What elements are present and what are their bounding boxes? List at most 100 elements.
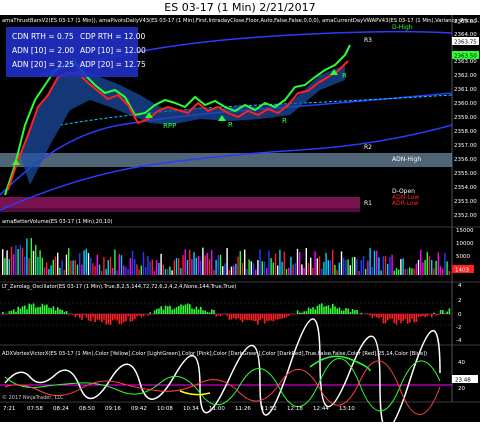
oscillator-bar: [345, 308, 347, 314]
signal-marker: R: [282, 117, 287, 125]
volume-bar: [295, 263, 296, 275]
volume-bar: [2, 249, 3, 275]
volume-bar: [42, 258, 43, 275]
oscillator-bar: [218, 314, 220, 315]
volume-bar: [246, 269, 247, 275]
volume-bar: [314, 251, 315, 275]
volume-bar: [244, 250, 245, 275]
oscillator-bar: [185, 304, 187, 314]
volume-bar: [169, 267, 170, 275]
oscillator-bar: [2, 312, 4, 314]
oscillator-bar: [431, 314, 433, 317]
volume-bar: [26, 238, 27, 275]
oscillator-bar: [141, 314, 143, 318]
volume-bar: [427, 252, 428, 275]
volume-bar: [240, 251, 241, 275]
price-tick: 2356.00: [454, 157, 477, 163]
signal-marker: R: [342, 72, 347, 80]
volume-bar: [416, 264, 417, 275]
oscillator-bar: [429, 314, 431, 315]
oscillator-bar: [72, 314, 74, 315]
oscillator-bar: [420, 314, 422, 317]
volume-bar: [61, 260, 62, 275]
oscillator-bar: [400, 314, 402, 323]
oscillator-tick: 4: [458, 283, 462, 289]
volume-bar: [442, 269, 443, 275]
oscillator-bar: [279, 314, 281, 319]
volume-bar: [446, 261, 447, 275]
oscillator-bar: [20, 308, 22, 314]
volume-bar: [112, 268, 113, 275]
time-tick: 11:26: [235, 406, 251, 412]
volume-bar: [132, 251, 133, 275]
volume-bar: [352, 257, 353, 275]
signal-marker: RPP: [163, 122, 176, 130]
oscillator-bar: [389, 314, 391, 319]
oscillator-bar: [86, 314, 88, 318]
volume-bar: [270, 258, 271, 275]
volume-bar: [253, 263, 254, 275]
oscillator-bar: [138, 314, 140, 315]
volume-bar: [222, 266, 223, 275]
volume-bar: [97, 255, 98, 275]
volume-bar: [424, 260, 425, 275]
volume-bar: [20, 245, 21, 275]
oscillator-bar: [171, 310, 173, 314]
volume-bar: [405, 269, 406, 275]
volume-bar: [317, 258, 318, 275]
volume-bar: [59, 268, 60, 275]
volume-bar: [334, 265, 335, 275]
chart-window: ES 03-17 (1 Min) 2/21/2017: [0, 0, 480, 422]
oscillator-bar: [213, 310, 215, 314]
oscillator-panel[interactable]: LT_Zerolag_Oscillator(ES 03-17 (1 Min),T…: [0, 283, 462, 344]
oscillator-tick: -2: [456, 325, 461, 331]
volume-bar: [409, 267, 410, 275]
price-tick: 2359.00: [454, 115, 477, 121]
volume-bar: [389, 257, 390, 275]
oscillator-bar: [328, 305, 330, 314]
oscillator-bar: [125, 314, 127, 321]
volume-bar: [339, 263, 340, 275]
volume-bar: [215, 260, 216, 275]
volume-bar: [57, 253, 58, 275]
price-tick: 2360.00: [454, 101, 477, 107]
oscillator-bar: [394, 314, 396, 323]
chart-area[interactable]: R RPP R R R amaThrustBarsV2(ES 03-17 (1 …: [0, 15, 480, 422]
volume-bar: [444, 253, 445, 275]
volume-bar: [372, 267, 373, 275]
oscillator-bar: [50, 308, 52, 314]
volume-bar: [363, 256, 364, 275]
volume-bar: [143, 252, 144, 275]
volume-bar: [33, 251, 34, 275]
volume-bar: [325, 253, 326, 275]
oscillator-bar: [288, 314, 290, 316]
volume-bar: [160, 254, 161, 275]
volume-bar: [130, 258, 131, 275]
volume-bar: [345, 260, 346, 275]
volume-bar: [231, 267, 232, 275]
price-tick: 2363.00: [454, 59, 477, 65]
time-tick: 12:18: [287, 406, 303, 412]
oscillator-bar: [207, 312, 209, 314]
oscillator-bar: [446, 312, 448, 314]
price-panel[interactable]: R RPP R R R amaThrustBarsV2(ES 03-17 (1 …: [0, 18, 480, 219]
volume-bar: [116, 270, 117, 275]
legend-cdp: CDP RTH = 12.00: [80, 32, 146, 41]
volume-bar: [79, 253, 80, 275]
volume-bar: [180, 268, 181, 275]
oscillator-bar: [167, 306, 169, 314]
volume-bar: [255, 270, 256, 275]
volume-bar: [218, 255, 219, 275]
volume-bar: [70, 260, 71, 275]
volume-bar: [50, 265, 51, 275]
oscillator-bar: [405, 314, 407, 319]
adx-panel-header: ADXVortexVictorX(ES 03-17 (1 Min),Color …: [2, 351, 427, 357]
oscillator-bar: [97, 314, 99, 320]
oscillator-tick: 0: [458, 312, 462, 318]
oscillator-bar: [156, 309, 158, 314]
time-tick: 09:16: [105, 406, 121, 412]
oscillator-bar: [198, 309, 200, 314]
level-label-adr-low: ADR-Low: [392, 200, 419, 207]
oscillator-bar: [121, 314, 123, 324]
oscillator-bar: [356, 310, 358, 314]
